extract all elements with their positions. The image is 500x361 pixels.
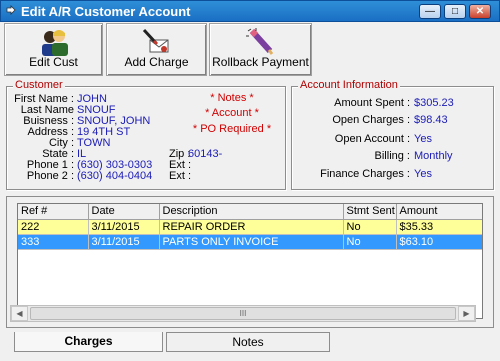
po-required-flag[interactable]: * PO Required *: [191, 123, 273, 135]
tab-notes[interactable]: Notes: [166, 332, 330, 352]
edit-cust-button[interactable]: Edit Cust: [4, 23, 103, 76]
horizontal-scrollbar[interactable]: ◀ III ▶: [10, 305, 476, 322]
col-stmt-sent-header[interactable]: Stmt Sent: [343, 204, 397, 220]
chevron-right-icon: ▶: [463, 309, 470, 318]
finance-charges-label: Finance Charges :: [320, 168, 410, 180]
stmt-sent-cell: No: [343, 219, 397, 235]
finance-charges-value: Yes: [414, 168, 432, 180]
maximize-button[interactable]: □: [444, 4, 466, 19]
add-charge-button[interactable]: Add Charge: [106, 23, 207, 76]
users-icon: [41, 30, 68, 56]
close-button[interactable]: ✕: [469, 4, 491, 19]
account-info-group: Account Information Amount Spent : $305.…: [291, 79, 494, 190]
edit-cust-label: Edit Cust: [29, 55, 78, 69]
grip-icon: III: [239, 309, 247, 318]
header-row: Ref # Date Description Stmt Sent Amount: [18, 204, 482, 220]
scroll-left-button[interactable]: ◀: [11, 306, 28, 321]
toolbar: Edit Cust Add Charge Rollback Payment: [2, 22, 498, 78]
open-account-value: Yes: [414, 133, 432, 145]
billing-label: Billing :: [374, 150, 410, 162]
window-title: Edit A/R Customer Account: [21, 4, 191, 19]
table-row[interactable]: 333 3/11/2015 PARTS ONLY INVOICE No $63.…: [18, 234, 482, 250]
billing-value: Monthly: [414, 150, 453, 162]
notes-flag[interactable]: * Notes *: [197, 92, 267, 104]
title-bar: Edit A/R Customer Account — □ ✕: [0, 0, 500, 22]
rollback-payment-label: Rollback Payment: [212, 55, 309, 69]
description-cell: REPAIR ORDER: [159, 219, 344, 235]
col-date-header[interactable]: Date: [88, 204, 160, 220]
chevron-left-icon: ◀: [16, 309, 23, 318]
stmt-sent-cell: No: [343, 234, 397, 250]
account-info-legend: Account Information: [298, 79, 400, 91]
scrollbar-thumb[interactable]: III: [30, 307, 456, 320]
col-amount-header[interactable]: Amount: [396, 204, 482, 220]
amount-spent-value: $305.23: [414, 97, 454, 109]
account-flag[interactable]: * Account *: [197, 107, 267, 119]
charges-table: Ref # Date Description Stmt Sent Amount …: [18, 204, 482, 250]
scroll-right-button[interactable]: ▶: [458, 306, 475, 321]
date-cell: 3/11/2015: [88, 219, 160, 235]
customer-group: Customer First Name : JOHN Last Name SNO…: [6, 79, 286, 190]
amount-cell: $35.33: [396, 219, 482, 235]
ref-cell: 333: [18, 234, 89, 250]
minimize-button[interactable]: —: [419, 4, 441, 19]
tab-charges[interactable]: Charges: [14, 332, 163, 352]
rollback-payment-button[interactable]: Rollback Payment: [209, 23, 312, 76]
minimize-icon: —: [425, 6, 435, 17]
col-description-header[interactable]: Description: [159, 204, 344, 220]
maximize-icon: □: [451, 6, 459, 17]
ref-cell: 222: [18, 219, 89, 235]
phone-2-label: Phone 2 :: [26, 170, 74, 182]
phone-2-value: (630) 404-0404: [77, 170, 153, 182]
envelope-pen-icon: [142, 28, 168, 53]
pencil-eraser-icon: [245, 28, 273, 55]
app-icon: [6, 5, 16, 15]
col-ref-header[interactable]: Ref #: [18, 204, 89, 220]
amount-spent-label: Amount Spent :: [334, 97, 410, 109]
open-charges-value: $98.43: [414, 114, 448, 126]
date-cell: 3/11/2015: [88, 234, 160, 250]
description-cell: PARTS ONLY INVOICE: [159, 234, 344, 250]
zip-value: 60143-: [188, 148, 223, 160]
customer-legend: Customer: [13, 79, 65, 91]
ext-2-label: Ext :: [169, 170, 192, 182]
charges-grid[interactable]: Ref # Date Description Stmt Sent Amount …: [17, 203, 483, 319]
open-account-label: Open Account :: [334, 133, 410, 145]
amount-cell: $63.10: [396, 234, 482, 250]
add-charge-label: Add Charge: [124, 55, 189, 69]
table-row[interactable]: 222 3/11/2015 REPAIR ORDER No $35.33: [18, 219, 482, 235]
open-charges-label: Open Charges :: [332, 114, 410, 126]
close-icon: ✕: [475, 6, 485, 17]
